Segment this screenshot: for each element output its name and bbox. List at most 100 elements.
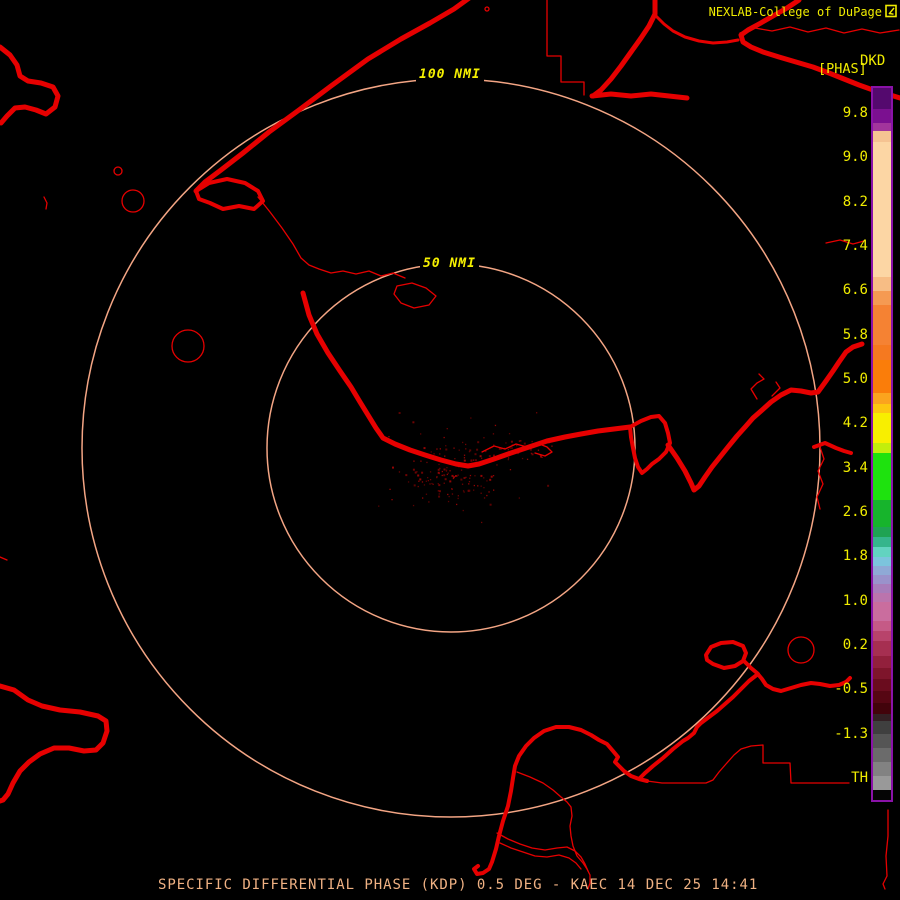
radar-echo-pixel: [441, 474, 443, 477]
radar-echo-pixel: [427, 480, 429, 482]
colorbar-segment: [873, 776, 891, 790]
radar-echo-pixel: [477, 485, 479, 487]
radar-echo-pixel: [463, 491, 465, 493]
radar-echo-pixel: [480, 485, 482, 487]
radar-echo-pixel: [469, 449, 472, 452]
radar-echo-pixel: [439, 448, 441, 450]
colorbar-segment: [873, 631, 891, 641]
radar-echo-pixel: [465, 443, 467, 446]
range-ring-100nmi: [81, 78, 821, 818]
map-boundary-line: [628, 414, 672, 475]
radar-echo-pixel: [391, 499, 393, 501]
radar-display: NEXLAB-College of DuPage DKD [PHAS] 9.8 9…: [0, 0, 900, 900]
radar-echo-pixel: [465, 448, 467, 450]
radar-echo-pixel: [474, 459, 477, 462]
radar-echo-pixel: [398, 471, 401, 473]
radar-echo-pixel: [481, 521, 483, 524]
radar-echo-pixel: [490, 475, 493, 478]
radar-echo-pixel: [443, 482, 445, 484]
radar-echo-pixel: [425, 493, 428, 495]
radar-echo-pixel: [518, 497, 520, 499]
radar-echo-pixel: [446, 428, 448, 430]
map-boundary-line: [193, 0, 471, 194]
map-boundary-line: [882, 809, 889, 890]
radar-echo-pixel: [523, 442, 526, 445]
radar-echo-pixel: [480, 474, 483, 477]
colorbar-segment: [873, 790, 891, 800]
radar-echo-pixel: [493, 489, 495, 491]
product-caption: SPECIFIC DIFFERENTIAL PHASE (KDP) 0.5 DE…: [158, 877, 759, 893]
radar-echo-pixel: [421, 481, 424, 483]
radar-echo-pixel: [479, 455, 482, 458]
radar-echo-pixel: [454, 458, 456, 460]
radar-echo-pixel: [444, 455, 446, 457]
radar-echo-pixel: [420, 460, 422, 462]
colorbar-segment: [873, 714, 891, 721]
colorbar-segment: [873, 762, 891, 776]
radar-echo-pixel: [431, 482, 433, 485]
radar-echo-pixel: [437, 471, 440, 474]
radar-echo-pixel: [551, 445, 553, 447]
radar-echo-pixel: [413, 484, 416, 487]
colorbar: [871, 86, 893, 802]
radar-echo-pixel: [417, 485, 419, 488]
radar-echo-pixel: [520, 440, 522, 442]
radar-echo-pixel: [445, 445, 447, 447]
radar-echo-pixel: [456, 503, 458, 506]
colorbar-segment: [873, 393, 891, 404]
colorbar-segment: [873, 142, 891, 277]
map-boundary-line: [742, 659, 852, 693]
radar-echo-pixel: [460, 478, 463, 481]
radar-echo-pixel: [469, 474, 472, 477]
radar-echo-pixel: [462, 441, 464, 444]
map-boundary-line: [589, 91, 690, 101]
map-boundary-circle: [484, 6, 490, 12]
radar-echo-pixel: [468, 481, 471, 483]
radar-echo-pixel: [423, 484, 426, 486]
colorbar-segment: [873, 575, 891, 584]
radar-echo-pixel: [457, 495, 459, 497]
radar-echo-pixel: [537, 449, 540, 451]
radar-echo-pixel: [389, 488, 391, 490]
colorbar-segment: [873, 748, 891, 762]
colorbar-segment: [873, 584, 891, 593]
map-boundary-line: [496, 832, 589, 872]
map-boundary-line: [546, 0, 585, 96]
radar-echo-pixel: [438, 463, 440, 466]
radar-echo-pixel: [392, 466, 394, 469]
colorbar-segment: [873, 668, 891, 679]
radar-echo-pixel: [477, 441, 480, 444]
radar-echo-pixel: [398, 412, 401, 414]
map-boundary-line: [43, 196, 48, 210]
radar-echo-pixel: [494, 424, 497, 427]
radar-echo-pixel: [473, 459, 475, 461]
colorbar-segment: [873, 557, 891, 566]
map-boundary-line: [665, 341, 865, 493]
map-boundary-line: [654, 14, 740, 45]
radar-echo-pixel: [422, 497, 424, 499]
radar-echo-pixel: [463, 454, 466, 456]
map-boundary-line: [590, 0, 658, 99]
radar-echo-pixel: [429, 471, 432, 473]
colorbar-segment: [873, 641, 891, 656]
radar-echo-pixel: [432, 483, 434, 485]
product-unit-label: [PHAS]: [818, 61, 867, 77]
radar-echo-pixel: [451, 488, 453, 490]
radar-echo-pixel: [418, 480, 420, 482]
radar-echo-pixel: [483, 477, 485, 479]
colorbar-segment: [873, 131, 891, 142]
radar-echo-pixel: [496, 464, 498, 466]
radar-echo-pixel: [451, 493, 454, 495]
radar-echo-pixel: [423, 447, 426, 450]
radar-echo-pixel: [426, 461, 428, 464]
colorbar-segment: [873, 291, 891, 305]
colorbar-segment: [873, 277, 891, 291]
radar-echo-pixel: [445, 470, 448, 472]
radar-echo-pixel: [474, 475, 476, 477]
radar-echo-pixel: [448, 495, 450, 498]
radar-echo-pixel: [476, 448, 479, 451]
radar-echo-pixel: [449, 480, 452, 483]
radar-echo-pixel: [407, 481, 410, 483]
map-boundary-line: [300, 290, 633, 469]
radar-echo-pixel: [486, 480, 488, 482]
